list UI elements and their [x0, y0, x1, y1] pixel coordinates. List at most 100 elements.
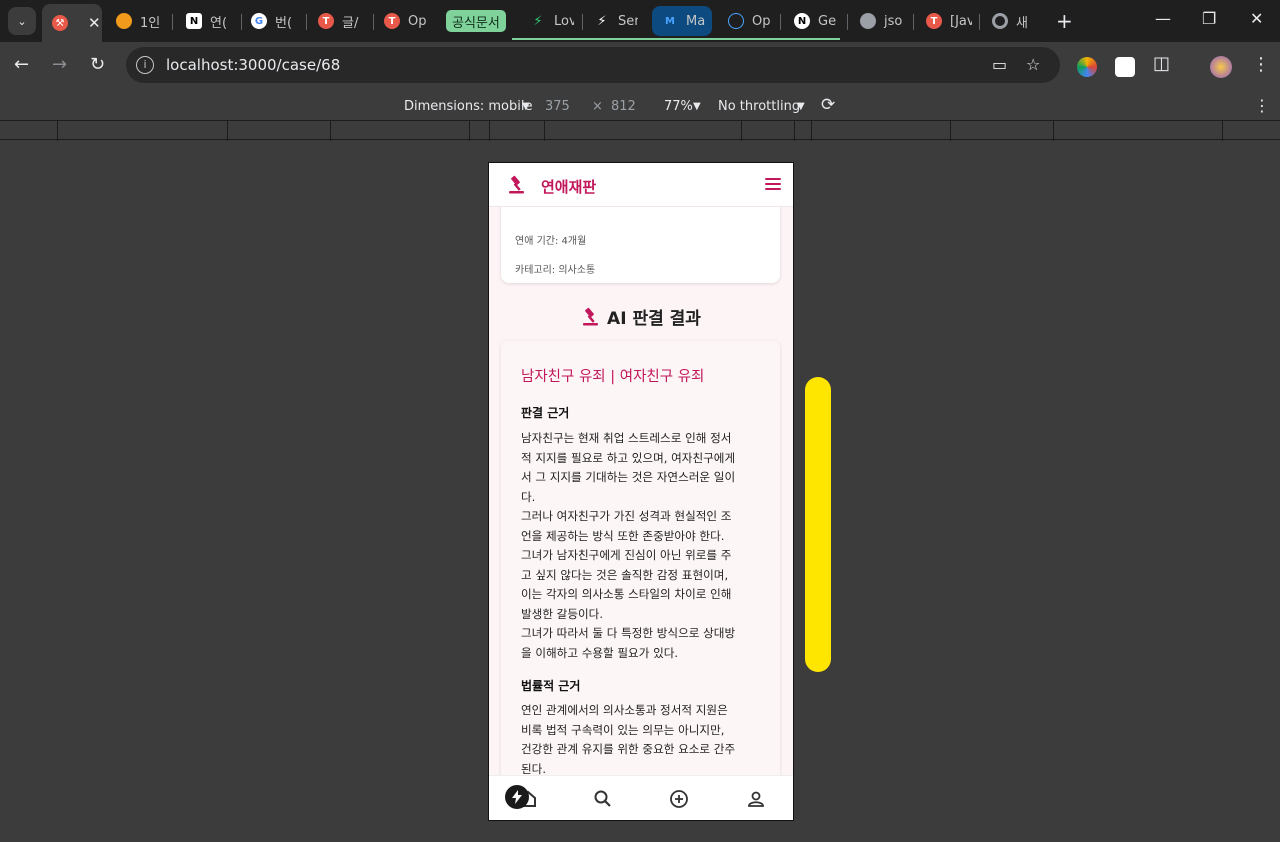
- gavel-icon[interactable]: [507, 175, 527, 195]
- rotate-icon[interactable]: ⟳: [821, 95, 835, 115]
- new-tab-icon[interactable]: +: [1056, 9, 1073, 33]
- close-icon[interactable]: ✕: [88, 14, 101, 32]
- forward-icon[interactable]: →: [52, 54, 67, 75]
- tab-2[interactable]: N 연(: [186, 6, 234, 36]
- section-title-text: AI 판결 결과: [607, 309, 701, 329]
- relationship-period: 연애 기간: 4개월: [515, 236, 587, 247]
- tab-7[interactable]: ⚡ Ser: [594, 6, 638, 36]
- app-title[interactable]: 연애재판: [541, 176, 596, 197]
- reasoning-heading: 판결 근거: [521, 406, 570, 420]
- n-icon: N: [794, 13, 810, 29]
- dimensions-select[interactable]: Dimensions: mobile: [404, 99, 532, 114]
- reasoning-line: 그녀가 남자친구에게 진심이 아닌 위로를 주: [521, 548, 732, 562]
- tab-divider: [780, 14, 781, 30]
- height-input[interactable]: 812: [611, 99, 636, 114]
- times-sign: ×: [592, 99, 603, 114]
- verdict-card: 남자친구 유죄 | 여자친구 유죄 판결 근거 남자친구는 현재 취업 스트레스…: [501, 341, 780, 775]
- window-close-icon[interactable]: ✕: [1250, 9, 1263, 28]
- tab-divider: [979, 14, 980, 30]
- reload-icon[interactable]: ↻: [90, 54, 105, 75]
- tab-divider: [913, 14, 914, 30]
- caret-down-icon: ▼: [797, 101, 805, 112]
- bolt-icon: ⚡: [533, 13, 543, 29]
- tab-divider: [373, 14, 374, 30]
- tab-3[interactable]: G 번(: [251, 6, 299, 36]
- bottom-nav: [489, 775, 793, 820]
- legal-line: 건강한 관계 유지를 위한 중요한 요소로 간주: [521, 742, 736, 756]
- profile-avatar-icon[interactable]: [1210, 56, 1232, 78]
- tab-divider: [847, 14, 848, 30]
- tab-search-button[interactable]: ⌄: [8, 7, 36, 35]
- legal-line: 연인 관계에서의 의사소통과 정서적 지원은: [521, 703, 728, 717]
- notion-icon: N: [186, 13, 202, 29]
- app-icon: T: [384, 13, 400, 29]
- app-header: 연애재판: [489, 163, 793, 207]
- add-circle-icon[interactable]: [668, 788, 690, 810]
- tab-13[interactable]: 새: [992, 6, 1036, 36]
- caret-down-icon: ▼: [522, 101, 530, 112]
- reasoning-line: 남자친구는 현재 취업 스트레스로 인해 정서: [521, 431, 732, 445]
- reasoning-line: 발생한 갈등이다.: [521, 606, 604, 621]
- fire-icon: [116, 13, 132, 29]
- tab-divider: [582, 14, 583, 30]
- legal-line: 비록 법적 구속력이 있는 의무는 아니지만,: [521, 722, 725, 737]
- site-info-icon[interactable]: i: [136, 56, 154, 74]
- tab-strip: ⌄ ⚒ ✕ 1인 N 연( G 번( T 글/ T Op 공식문서 ⚡ Lov …: [0, 0, 1280, 42]
- devtools-more-icon[interactable]: ⋮: [1254, 96, 1270, 115]
- hamburger-menu-icon[interactable]: [765, 178, 781, 192]
- openai-icon: [728, 13, 744, 29]
- install-app-icon[interactable]: ▭: [992, 55, 1007, 74]
- tab-12[interactable]: T [Jav: [926, 6, 972, 36]
- tab-5[interactable]: T Op: [384, 6, 432, 36]
- extensions-puzzle-icon[interactable]: ◫: [1153, 53, 1170, 74]
- app-icon: T: [318, 13, 334, 29]
- tab-8[interactable]: M Ma: [662, 6, 708, 36]
- tab-group-label[interactable]: 공식문서: [446, 10, 506, 32]
- reasoning-line: 고 싶지 않다는 것은 솔직한 감정 표현이며,: [521, 567, 729, 582]
- case-content[interactable]: 연애 기간: 4개월 카테고리: 의사소통 AI 판결 결과 남자친구 유죄 |…: [489, 207, 793, 775]
- minimize-icon[interactable]: —: [1155, 9, 1171, 28]
- globe-icon: [860, 13, 876, 29]
- tab-divider: [306, 14, 307, 30]
- mobile-viewport: 연애재판 연애 기간: 4개월 카테고리: 의사소통 AI 판결 결과 남자친구…: [488, 162, 794, 821]
- search-icon[interactable]: [592, 788, 614, 810]
- extension-cube-icon[interactable]: [1115, 57, 1135, 77]
- restore-icon[interactable]: ❐: [1202, 9, 1216, 28]
- case-info-card: 연애 기간: 4개월 카테고리: 의사소통: [501, 207, 780, 283]
- zoom-select[interactable]: 77%: [664, 99, 693, 114]
- url-text[interactable]: localhost:3000/case/68: [166, 56, 340, 74]
- tab-11[interactable]: jso: [860, 6, 906, 36]
- tab-divider: [172, 14, 173, 30]
- caret-down-icon: ▼: [693, 101, 701, 112]
- bolt-icon: ⚡: [597, 13, 607, 29]
- scroll-indicator[interactable]: [805, 377, 831, 672]
- verdict-text: 남자친구 유죄 | 여자친구 유죄: [521, 369, 705, 385]
- tab-group-underline: [512, 38, 840, 40]
- throttling-select[interactable]: No throttling: [718, 99, 800, 114]
- menu-kebab-icon[interactable]: ⋮: [1252, 54, 1270, 75]
- tab-4[interactable]: T 글/: [318, 6, 366, 36]
- bookmark-star-icon[interactable]: ☆: [1026, 55, 1040, 74]
- tab-1[interactable]: 1인: [116, 6, 164, 36]
- google-icon: G: [251, 13, 267, 29]
- profile-icon[interactable]: [745, 788, 767, 810]
- gavel-icon: ⚒: [52, 15, 68, 31]
- tab-9[interactable]: Op: [728, 6, 774, 36]
- device-toolbar: Dimensions: mobile ▼ 375 × 812 77% ▼ No …: [0, 90, 1280, 120]
- tab-active[interactable]: ⚒ ✕: [42, 4, 102, 42]
- back-icon[interactable]: ←: [14, 54, 29, 75]
- extension-color-icon[interactable]: [1077, 57, 1097, 77]
- gavel-icon: [583, 307, 599, 325]
- tab-10[interactable]: N Ge: [794, 6, 840, 36]
- address-bar[interactable]: i localhost:3000/case/68 ▭ ☆: [126, 47, 1060, 83]
- verdict-section-title: AI 판결 결과: [489, 304, 793, 329]
- tab-6[interactable]: ⚡ Lov: [530, 6, 574, 36]
- reasoning-line: 을 이해하고 수용할 필요가 있다.: [521, 645, 679, 660]
- reasoning-line: 언을 제공하는 방식 또한 존중받아야 한다.: [521, 528, 725, 543]
- bolt-badge-icon[interactable]: [505, 785, 529, 809]
- legal-heading: 법률적 근거: [521, 679, 581, 693]
- reasoning-line: 다.: [521, 489, 536, 504]
- media-query-ruler[interactable]: [0, 120, 1280, 141]
- case-category: 카테고리: 의사소통: [515, 265, 596, 276]
- width-input[interactable]: 375: [545, 99, 570, 114]
